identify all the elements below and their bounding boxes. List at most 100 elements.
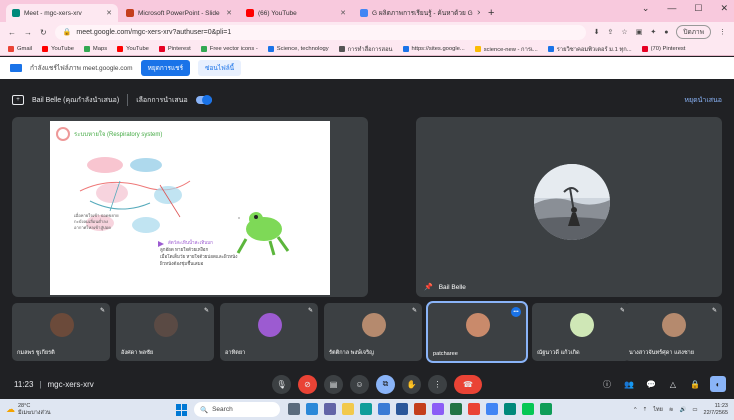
browser-tab[interactable]: Meet - mgc-xers-xrv ✕ [6,4,118,22]
teams-icon[interactable] [324,403,336,415]
participant-tile[interactable]: ✎ กมลพร ชูเกียรติ [12,303,110,361]
weather-desc: มีเมฆบางส่วน [18,409,51,416]
task-view-icon[interactable] [288,403,300,415]
close-window-icon[interactable]: ✕ [720,3,728,14]
bookmark-item[interactable]: รายวิชาคอมพิวเตอร์ ม.1 ทุก... [547,44,632,54]
present-button[interactable]: ⧉ [376,374,395,394]
start-button[interactable] [176,404,188,416]
more-options-button[interactable]: ⋮ [428,374,447,394]
emoji-button[interactable]: ☺ [350,374,369,394]
bookmark-item[interactable]: Free vector icons - [200,45,258,52]
store-icon[interactable] [378,403,390,415]
close-tab-icon[interactable]: ✕ [106,9,112,17]
host-controls-icon[interactable]: 🔒 [688,377,702,391]
url-text: meet.google.com/mgc-xers-xrv?authuser=0&… [76,28,232,36]
bookmark-label: การทำสื่อการสอน [347,46,393,53]
kebab-menu-icon[interactable]: ⋮ [719,28,726,36]
bookmark-item[interactable]: science-new - การเ... [474,44,538,54]
edge-icon[interactable] [360,403,372,415]
bookmark-favicon-icon [200,45,207,52]
battery-icon[interactable]: ▭ [692,407,697,413]
bookmark-label: YouTube [51,45,74,52]
leave-call-button[interactable]: ☎ [454,374,482,394]
google-favicon-icon [360,9,368,17]
bookmark-item[interactable]: Science, technology [267,45,329,52]
forward-icon[interactable]: → [24,28,32,37]
reload-icon[interactable]: ↻ [40,28,47,37]
taskbar-search[interactable]: 🔍 Search [194,402,280,417]
chevron-down-icon[interactable]: ⌄ [642,3,650,14]
profile-icon[interactable]: ● [664,29,668,36]
language-indicator[interactable]: ไทย [653,406,663,414]
browser-tab[interactable]: (66) YouTube ✕ [240,4,352,22]
widgets-icon[interactable] [306,403,318,415]
participant-tile[interactable]: ••• patcharee [426,301,528,363]
download-icon[interactable]: ⬇ [594,28,600,36]
bookmark-item[interactable]: Maps [83,45,107,52]
participant-tile[interactable]: ✎ ณัฐนาวดี แก้วเกิด [532,303,630,361]
powerpoint-icon[interactable] [414,403,426,415]
participant-tile[interactable]: ✎ นางสาวจันทร์ศุดา แสงชาย [624,303,722,361]
clock[interactable]: 11:23 22/7/2565 [704,403,728,416]
star-icon[interactable]: ☆ [621,28,627,36]
sheets-icon[interactable] [540,403,552,415]
wifi-icon[interactable]: ≋ [669,407,674,413]
stop-presenting-button[interactable]: หยุดนำเสนอ [684,95,722,106]
activities-icon[interactable]: △ [666,377,680,391]
spotlight-participant-tile[interactable]: 📌 Bail Belle [416,117,722,297]
pin-icon[interactable]: 📌 [424,283,433,291]
bookmark-item[interactable]: Gmail [8,45,32,52]
word-icon[interactable] [396,403,408,415]
share-icon[interactable]: ⇪ [608,28,614,36]
chevron-up-icon[interactable]: ^ [634,407,637,413]
close-tab-icon[interactable]: ✕ [477,9,480,17]
minimize-icon[interactable]: — [667,3,676,14]
chat-icon[interactable]: 💬 [644,377,658,391]
explorer-icon[interactable] [342,403,354,415]
network-icon[interactable]: ⇡ [643,407,648,413]
browser-tab[interactable]: G ผลิตภาพการเรียนรู้ - ค้นหาด้วย G ✕ [354,4,480,22]
window-icon[interactable]: ▣ [636,28,643,36]
photos-icon[interactable] [432,403,444,415]
participant-tile[interactable]: ✎ รัตติกาล พงษ์เจริญ [324,303,422,361]
meeting-controls-bar: 11:23 | mgc-xers-xrv 🎙 ⊘ ▤ ☺ ⧉ ✋ ⋮ ☎ ⓘ 👥… [0,369,734,399]
new-tab-button[interactable]: + [482,4,500,22]
volume-icon[interactable]: 🔊 [679,407,686,413]
captions-button[interactable]: ▤ [324,374,343,394]
avatar [534,164,610,240]
close-tab-icon[interactable]: ✕ [226,9,232,17]
bookmark-item[interactable]: Pinterest [158,45,191,52]
line-icon[interactable] [522,403,534,415]
puzzle-icon[interactable]: ✦ [650,28,656,36]
profile-button[interactable]: ปิดภาพ [676,25,711,39]
presenting-toggle[interactable] [195,95,212,105]
url-field[interactable]: 🔒 meet.google.com/mgc-xers-xrv?authuser=… [54,24,586,40]
info-icon[interactable]: ⓘ [600,377,614,391]
back-icon[interactable]: ← [8,28,16,37]
maximize-icon[interactable]: ☐ [694,3,702,14]
hide-sharing-button[interactable]: ซ่อนไฟล์นี้ [198,60,242,76]
browser-tab[interactable]: Microsoft PowerPoint - Slide ✕ [120,4,238,22]
presentation-tile[interactable]: ระบบหายใจ (Respiratory system) เมื่อหายใ… [12,117,368,297]
participant-tile[interactable]: ✎ อังศดา พลชัย [116,303,214,361]
bookmark-item[interactable]: (70) Pinterest [641,45,685,52]
bookmark-favicon-icon [402,45,409,52]
bookmark-item[interactable]: YouTube [42,45,74,52]
companion-icon[interactable]: ◐ [710,376,726,392]
excel-icon[interactable] [450,403,462,415]
bookmark-item[interactable]: YouTube [117,45,149,52]
weather-widget[interactable]: ☁ 28°C มีเมฆบางส่วน [6,403,51,417]
bookmarks-bar: Gmail YouTube Maps YouTube Pinterest Free vec… [0,42,734,56]
chrome-icon[interactable] [468,403,480,415]
stop-sharing-button[interactable]: หยุดการแชร์ [140,60,191,76]
people-icon[interactable]: 👥 [622,377,636,391]
camera-off-button[interactable]: ⊘ [298,374,317,394]
raise-hand-button[interactable]: ✋ [402,374,421,394]
meet-icon[interactable] [504,403,516,415]
participant-tile[interactable]: ✎ อาทิตยา [220,303,318,361]
chrome-profile-icon[interactable] [486,403,498,415]
bookmark-item[interactable]: https://sites.google... [402,45,465,52]
microphone-button[interactable]: 🎙 [272,374,291,394]
close-tab-icon[interactable]: ✕ [340,9,346,17]
bookmark-item[interactable]: การทำสื่อการสอน [338,44,393,54]
